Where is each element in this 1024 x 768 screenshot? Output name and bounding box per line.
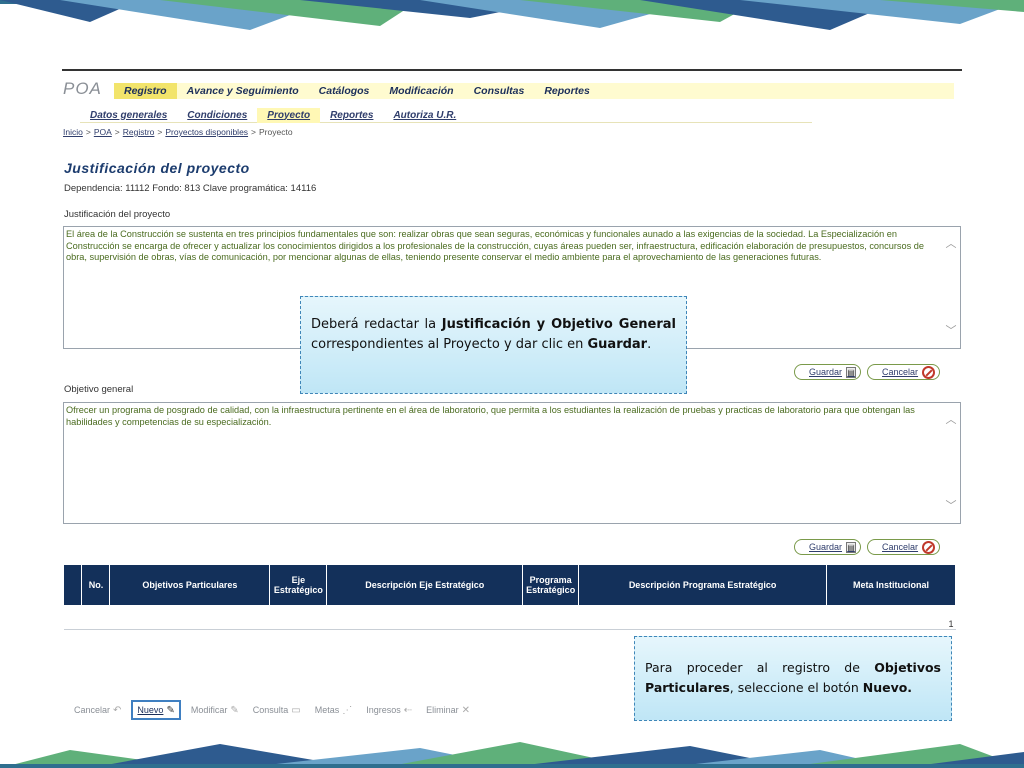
sub-menu: Datos generales Condiciones Proyecto Rep… (80, 107, 812, 123)
metas-label: Metas (314, 705, 340, 715)
callout-bold: Guardar (587, 337, 648, 352)
callout-text: correspondientes al Proyecto y dar clic … (311, 337, 588, 352)
goals-icon: ⋰ (342, 704, 353, 716)
edit-icon: ✎ (230, 704, 239, 716)
ingresos-label: Ingresos (366, 705, 401, 715)
justificacion-label: Justificación del proyecto (64, 209, 171, 220)
instruction-callout-new: Para proceder al registro de Objetivos P… (634, 636, 952, 721)
save-label: Guardar (809, 367, 843, 377)
breadcrumb-link-inicio[interactable]: Inicio (63, 127, 83, 137)
tab-datos-generales[interactable]: Datos generales (80, 108, 177, 123)
cancel-label: Cancelar (882, 367, 919, 377)
bottom-decorative-banner (0, 738, 1024, 768)
breadcrumb-separator: > (85, 127, 91, 137)
main-menu: Registro Avance y Seguimiento Catálogos … (114, 83, 954, 99)
income-icon: ⇠ (403, 704, 413, 716)
table-header-row: No. Objetivos Particulares Eje Estratégi… (64, 565, 956, 605)
delete-icon: ✕ (461, 704, 471, 716)
breadcrumb-link-proyectos[interactable]: Proyectos disponibles (165, 127, 248, 137)
breadcrumb-separator: > (157, 127, 163, 137)
save-icon: ▤ (846, 366, 857, 378)
menu-item-reportes[interactable]: Reportes (534, 83, 600, 99)
consulta-button: Consulta ▭ (249, 700, 305, 720)
callout-bold: Nuevo. (862, 680, 913, 695)
save-label: Guardar (809, 542, 843, 552)
scroll-down-icon[interactable]: ﹀ (945, 501, 957, 513)
table-pager-row: 1 (64, 605, 956, 630)
objetivos-table: No. Objetivos Particulares Eje Estratégi… (64, 565, 956, 630)
table-header-eje[interactable]: Eje Estratégico (269, 565, 328, 605)
save-button[interactable]: Guardar ▤ (794, 364, 862, 380)
page-title: Justificación del proyecto (64, 160, 250, 176)
new-doc-icon: ✎ (166, 704, 175, 716)
callout-text: , seleccione el botón (729, 680, 863, 695)
metas-button: Metas ⋰ (311, 700, 357, 720)
scroll-down-icon[interactable]: ﹀ (945, 326, 957, 338)
tab-autoriza-ur[interactable]: Autoriza U.R. (383, 108, 466, 123)
cancelar-action-label: Cancelar (74, 705, 111, 715)
objetivo-textarea[interactable]: Ofrecer un programa de posgrado de calid… (63, 402, 961, 524)
objetivo-text: Ofrecer un programa de posgrado de calid… (66, 405, 915, 427)
save-button[interactable]: Guardar ▤ (794, 539, 862, 555)
cancelar-action-button: Cancelar ↶ (70, 700, 125, 720)
tab-reportes[interactable]: Reportes (320, 108, 383, 123)
scroll-up-icon[interactable]: ︿ (945, 238, 957, 251)
page-number[interactable]: 1 (948, 619, 953, 629)
callout-text: Para proceder al registro de (645, 660, 875, 675)
menu-item-consultas[interactable]: Consultas (464, 83, 535, 99)
table-header-desc-programa[interactable]: Descripción Programa Estratégico (578, 565, 827, 605)
undo-icon: ↶ (113, 704, 122, 716)
tab-proyecto[interactable]: Proyecto (257, 107, 321, 123)
table-header-no[interactable]: No. (81, 565, 111, 605)
breadcrumb: Inicio > POA > Registro > Proyectos disp… (63, 127, 293, 137)
modificar-button: Modificar ✎ (187, 700, 243, 720)
app-logo: POA (63, 79, 102, 98)
ingresos-button: Ingresos ⇠ (362, 700, 416, 720)
nuevo-button[interactable]: Nuevo ✎ (131, 700, 181, 720)
header-rule (62, 69, 962, 71)
tab-condiciones[interactable]: Condiciones (177, 108, 257, 123)
table-header-desc-eje[interactable]: Descripción Eje Estratégico (326, 565, 524, 605)
breadcrumb-separator: > (251, 127, 257, 137)
instruction-callout-save: Deberá redactar la Justificación y Objet… (300, 296, 687, 394)
eliminar-button: Eliminar ✕ (422, 700, 474, 720)
menu-item-registro[interactable]: Registro (114, 83, 177, 99)
objetivo-actions: Guardar ▤ Cancelar (794, 539, 941, 555)
project-meta: Dependencia: 11112 Fondo: 813 Clave prog… (64, 183, 317, 194)
action-toolbar: Cancelar ↶ Nuevo ✎ Modificar ✎ Consulta … (70, 700, 474, 720)
cancel-label: Cancelar (882, 542, 919, 552)
nuevo-label: Nuevo (137, 705, 164, 715)
menu-item-avance[interactable]: Avance y Seguimiento (177, 83, 309, 99)
cancel-button[interactable]: Cancelar (867, 539, 941, 555)
scroll-up-icon[interactable]: ︿ (945, 414, 957, 427)
table-header-select (64, 565, 83, 605)
consulta-label: Consulta (252, 705, 289, 715)
justificacion-text: El área de la Construcción se sustenta e… (66, 229, 924, 263)
breadcrumb-link-registro[interactable]: Registro (123, 127, 155, 137)
breadcrumb-current: Proyecto (259, 127, 293, 137)
cancel-icon (922, 540, 936, 554)
breadcrumb-link-poa[interactable]: POA (94, 127, 112, 137)
top-decorative-banner (0, 0, 1024, 34)
table-header-objetivos[interactable]: Objetivos Particulares (109, 565, 271, 605)
cancel-button[interactable]: Cancelar (867, 364, 941, 380)
callout-text: . (647, 337, 652, 352)
cancel-icon (922, 365, 936, 379)
justificacion-actions: Guardar ▤ Cancelar (794, 364, 941, 380)
objetivo-label: Objetivo general (64, 384, 134, 395)
table-header-meta[interactable]: Meta Institucional (826, 565, 956, 605)
menu-item-catalogos[interactable]: Catálogos (309, 83, 380, 99)
view-icon: ▭ (291, 704, 301, 716)
breadcrumb-separator: > (114, 127, 120, 137)
save-icon: ▤ (846, 541, 857, 553)
table-header-programa[interactable]: Programa Estratégico (522, 565, 580, 605)
callout-text: Deberá redactar la (311, 317, 442, 332)
menu-item-modificacion[interactable]: Modificación (379, 83, 463, 99)
callout-bold: Justificación y Objetivo General (441, 317, 676, 332)
modificar-label: Modificar (190, 705, 228, 715)
eliminar-label: Eliminar (426, 705, 459, 715)
